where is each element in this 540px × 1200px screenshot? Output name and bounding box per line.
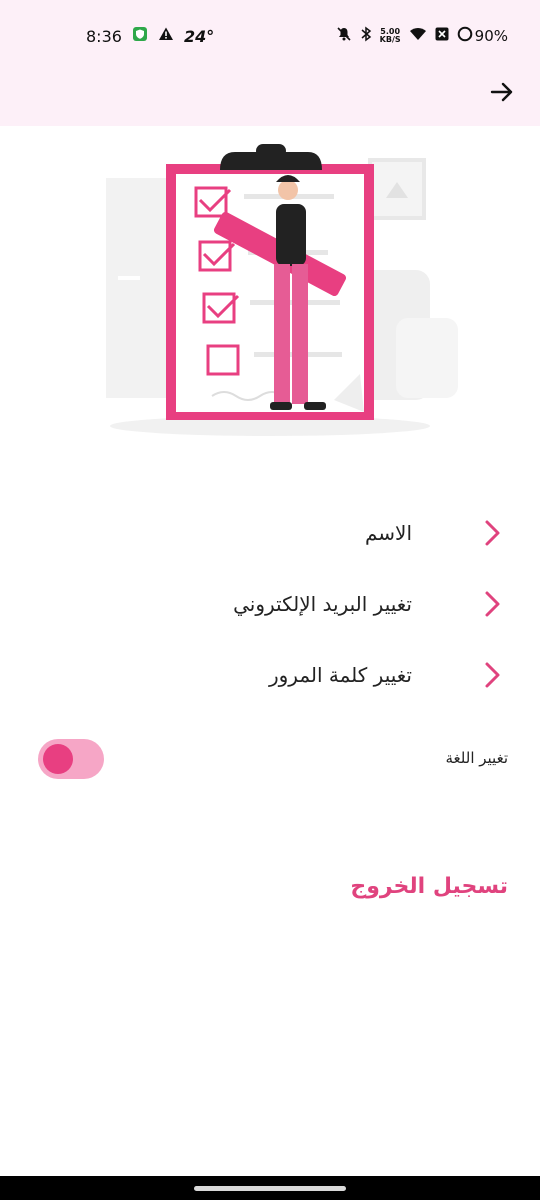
status-right: 5.00 KB/S 90% bbox=[336, 26, 508, 46]
arrow-right-icon[interactable] bbox=[488, 78, 516, 106]
home-gesture-handle[interactable] bbox=[194, 1186, 346, 1191]
menu-item-name[interactable]: الاسم bbox=[0, 506, 540, 560]
menu-item-label: تغيير كلمة المرور bbox=[268, 663, 412, 687]
wifi-icon bbox=[409, 26, 427, 46]
bluetooth-icon bbox=[360, 26, 372, 46]
menu-item-label: تغيير البريد الإلكتروني bbox=[233, 592, 412, 616]
navigation-bar bbox=[0, 1176, 540, 1200]
menu-item-change-password[interactable]: تغيير كلمة المرور bbox=[0, 648, 540, 702]
language-toggle[interactable] bbox=[38, 739, 104, 779]
menu-item-change-email[interactable]: تغيير البريد الإلكتروني bbox=[0, 577, 540, 631]
chevron-right-icon[interactable] bbox=[480, 519, 504, 547]
warning-icon bbox=[158, 26, 174, 46]
temperature-text: 24° bbox=[183, 26, 215, 46]
status-time: 8:36 bbox=[86, 26, 122, 46]
app-bar bbox=[0, 72, 540, 126]
status-bar: 8:36 24° 5.00 KB/S 90% bbox=[0, 0, 540, 72]
language-setting-row: تغيير اللغة bbox=[0, 735, 540, 785]
checklist-illustration bbox=[60, 130, 480, 450]
shield-icon bbox=[132, 26, 148, 46]
chevron-right-icon[interactable] bbox=[480, 661, 504, 689]
network-speed-unit: KB/S bbox=[379, 35, 401, 44]
menu-item-label: الاسم bbox=[364, 521, 412, 545]
mute-icon bbox=[336, 26, 352, 46]
battery-ring-icon bbox=[457, 26, 473, 46]
chevron-right-icon[interactable] bbox=[480, 590, 504, 618]
logout-button[interactable]: تسجيل الخروج bbox=[350, 874, 508, 899]
battery-percent: 90% bbox=[474, 27, 508, 45]
toggle-knob bbox=[43, 744, 73, 774]
network-speed: 5.00 KB/S bbox=[380, 28, 401, 44]
language-label: تغيير اللغة bbox=[445, 749, 509, 767]
status-left: 8:36 24° bbox=[86, 26, 214, 46]
close-box-icon bbox=[435, 27, 449, 45]
